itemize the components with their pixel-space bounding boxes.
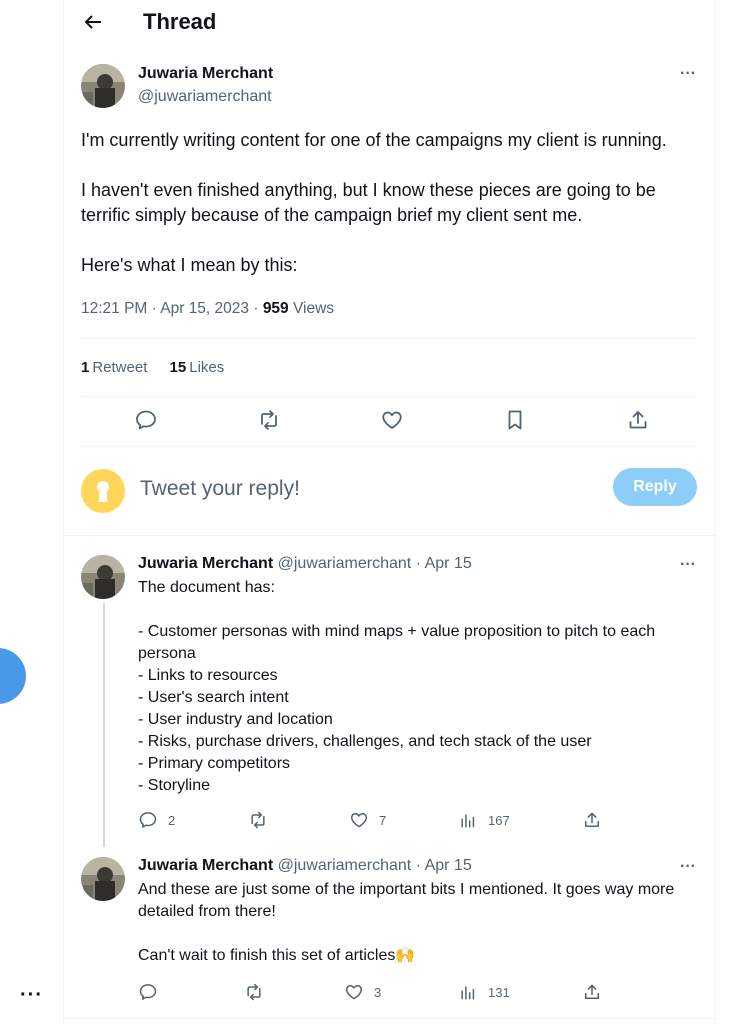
- back-arrow-icon[interactable]: [81, 10, 105, 34]
- views-icon: [461, 986, 475, 1000]
- tweet-line: - User's search intent: [138, 689, 289, 706]
- thread-column: Thread Juwaria Merchant @juwariamerchant…: [63, 0, 716, 1024]
- tweet-meta: 12:21 PM · Apr 15, 2023 · 959 Views: [81, 300, 334, 318]
- share-icon[interactable]: [626, 408, 650, 432]
- views-icon: [461, 814, 475, 828]
- reply-action[interactable]: [138, 981, 168, 1003]
- tweet-stats: 1 Retweet 15 Likes: [81, 359, 242, 376]
- tweet-text: And these are just some of the important…: [138, 879, 698, 967]
- like-icon: [345, 985, 363, 1000]
- like-count: 7: [379, 812, 387, 828]
- like-icon: [350, 813, 368, 828]
- divider: [81, 446, 696, 447]
- author-handle[interactable]: @juwariamerchant: [278, 555, 412, 572]
- tweet-header: Juwaria Merchant @juwariamerchant · Apr …: [138, 555, 472, 573]
- author-handle[interactable]: @juwariamerchant: [138, 88, 272, 106]
- tweet-line: - Storyline: [138, 777, 211, 794]
- author-name[interactable]: Juwaria Merchant: [138, 857, 273, 874]
- author-name[interactable]: Juwaria Merchant: [138, 65, 273, 83]
- reply-button[interactable]: Reply: [613, 468, 697, 506]
- tweet-line: The document has:: [138, 579, 275, 596]
- share-icon[interactable]: [582, 981, 602, 1003]
- author-avatar[interactable]: [81, 857, 125, 901]
- reply-count: 2: [168, 812, 176, 828]
- like-icon[interactable]: [380, 408, 404, 432]
- tweet-timestamp[interactable]: 12:21 PM · Apr 15, 2023 ·: [81, 300, 263, 317]
- reply-icon: [139, 812, 157, 828]
- like-count: 3: [374, 984, 382, 1000]
- divider: [81, 338, 696, 339]
- author-avatar[interactable]: [81, 555, 125, 599]
- tweet-timestamp[interactable]: · Apr 15: [411, 857, 472, 874]
- tweet-line: - Primary competitors: [138, 755, 291, 772]
- tweet-line: - Risks, purchase drivers, challenges, a…: [138, 733, 592, 750]
- tweet-paragraph: I haven't even finished anything, but I …: [81, 180, 656, 225]
- retweet-icon: [251, 811, 265, 829]
- like-action[interactable]: 7: [349, 809, 386, 831]
- header: Thread: [64, 0, 715, 46]
- reply-icon: [139, 984, 157, 1000]
- tweet-header: Juwaria Merchant @juwariamerchant · Apr …: [138, 857, 472, 875]
- reply-tweet[interactable]: Juwaria Merchant @juwariamerchant · Apr …: [64, 857, 715, 1017]
- tweet-timestamp[interactable]: · Apr 15: [411, 555, 472, 572]
- views-action[interactable]: 131: [458, 981, 510, 1003]
- keyhole-icon: [97, 481, 109, 502]
- views-count: 131: [488, 984, 510, 1000]
- views-action[interactable]: 167: [458, 809, 510, 831]
- reply-tweet[interactable]: Juwaria Merchant @juwariamerchant · Apr …: [64, 555, 715, 845]
- tweet-line: [138, 599, 698, 621]
- more-icon[interactable]: ···: [678, 557, 698, 579]
- tweet-line: [138, 923, 698, 945]
- divider: [81, 396, 696, 397]
- tweet-line: And these are just some of the important…: [138, 881, 675, 920]
- tweet-text: I'm currently writing content for one of…: [81, 128, 706, 303]
- retweet-action[interactable]: [244, 981, 274, 1003]
- views-count: 959: [262, 300, 289, 317]
- default-avatar: [81, 469, 125, 513]
- tweet-paragraph: I'm currently writing content for one of…: [81, 130, 667, 150]
- divider: [64, 1018, 715, 1019]
- tweet-action-bar: [81, 408, 696, 438]
- like-action[interactable]: 3: [344, 981, 381, 1003]
- reply-input[interactable]: Tweet your reply!: [140, 477, 300, 501]
- retweets-stat[interactable]: 1 Retweet: [81, 359, 147, 376]
- likes-stat[interactable]: 15 Likes: [170, 359, 225, 376]
- views-label: Views: [288, 300, 335, 317]
- tweet-paragraph: Here's what I mean by this:: [81, 255, 298, 275]
- author-avatar[interactable]: [81, 64, 125, 108]
- more-icon[interactable]: ···: [678, 66, 698, 88]
- tweet-line: - User industry and location: [138, 711, 333, 728]
- author-name[interactable]: Juwaria Merchant: [138, 555, 273, 572]
- tweet-action-bar: 2 7 167: [138, 809, 618, 833]
- bookmark-icon[interactable]: [503, 408, 527, 432]
- retweet-icon[interactable]: [257, 408, 281, 432]
- share-icon[interactable]: [582, 809, 602, 831]
- reply-composer: Tweet your reply! Reply: [64, 458, 715, 536]
- tweet-action-bar: 3 131: [138, 981, 618, 1005]
- tweet-line: - Customer personas with mind maps + val…: [138, 623, 656, 662]
- tweet-line: Can't wait to finish this set of article…: [138, 947, 416, 964]
- views-count: 167: [488, 812, 510, 828]
- sidebar-more-icon[interactable]: ···: [20, 984, 43, 1007]
- page-title: Thread: [143, 9, 217, 34]
- retweet-action[interactable]: [248, 809, 278, 831]
- floating-action-button[interactable]: [0, 648, 26, 704]
- reply-action[interactable]: 2: [138, 809, 175, 831]
- author-handle[interactable]: @juwariamerchant: [278, 857, 412, 874]
- tweet-line: - Links to resources: [138, 667, 278, 684]
- more-icon[interactable]: ···: [678, 859, 698, 881]
- reply-icon[interactable]: [134, 408, 158, 432]
- retweet-icon: [247, 983, 261, 1001]
- tweet-text: The document has: - Customer personas wi…: [138, 577, 698, 797]
